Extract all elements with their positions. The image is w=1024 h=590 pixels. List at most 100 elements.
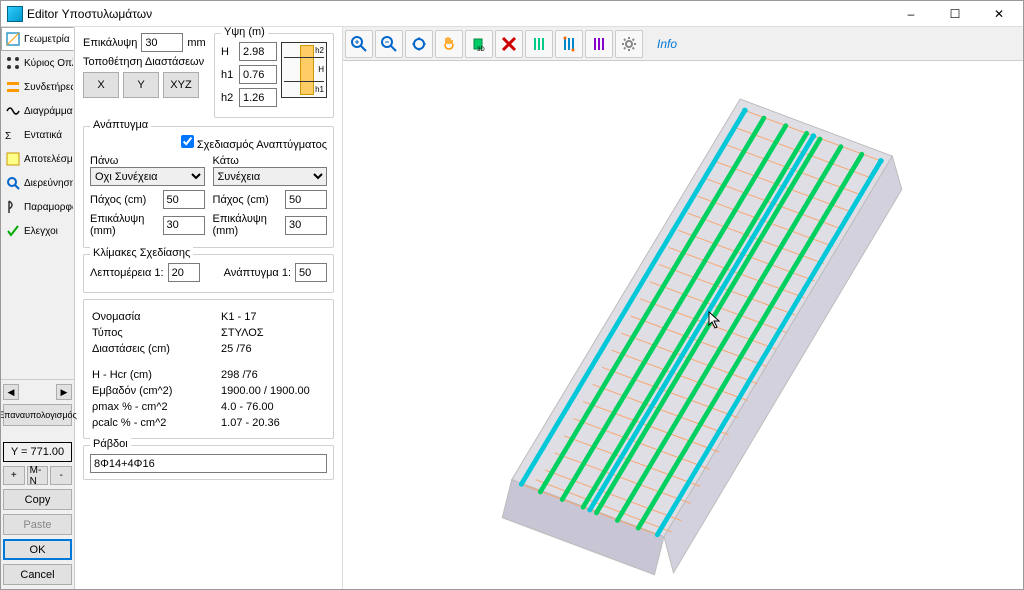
window-title: Editor Υποστυλωμάτων bbox=[27, 7, 889, 21]
height-diagram: H h2 h1 bbox=[281, 42, 327, 98]
design-checkbox[interactable] bbox=[181, 135, 194, 148]
copy-button[interactable]: Copy bbox=[3, 489, 72, 510]
top-select[interactable]: Οχι Συνέχεια bbox=[90, 167, 205, 186]
zoom-out-button[interactable] bbox=[375, 30, 403, 58]
mn-button[interactable]: M-N bbox=[27, 466, 49, 485]
delete-button[interactable] bbox=[495, 30, 523, 58]
thick-bot-label: Πάχος (cm) bbox=[213, 194, 282, 206]
orbit-icon: 3D bbox=[470, 35, 488, 53]
tab-deform[interactable]: Παραμορφώ bbox=[1, 195, 74, 219]
column-3d-render bbox=[343, 61, 1023, 589]
cover-top-label: Επικάλυψη (mm) bbox=[90, 213, 159, 237]
h2-input[interactable] bbox=[239, 88, 277, 107]
rebar-icon bbox=[5, 55, 21, 71]
tab-checks[interactable]: Ελεγχοι bbox=[1, 219, 74, 243]
h-label: H bbox=[221, 46, 235, 58]
svg-text:Σ: Σ bbox=[5, 131, 11, 142]
cancel-button[interactable]: Cancel bbox=[3, 564, 72, 585]
stirrups-icon bbox=[5, 79, 21, 95]
close-button[interactable]: ✕ bbox=[977, 1, 1021, 27]
maximize-button[interactable]: ☐ bbox=[933, 1, 977, 27]
tab-geometry[interactable]: Γεωμετρία bbox=[1, 27, 74, 51]
heights-title: Υψη (m) bbox=[221, 27, 268, 38]
ana-scale-input[interactable] bbox=[295, 263, 327, 282]
ok-button[interactable]: OK bbox=[3, 539, 72, 560]
tab-label: Παραμορφώ bbox=[24, 202, 74, 213]
thick-top-input[interactable] bbox=[163, 190, 205, 209]
info-link[interactable]: Info bbox=[657, 37, 677, 51]
scroll-left[interactable]: ◀ bbox=[3, 384, 19, 400]
minus-button[interactable]: - bbox=[50, 466, 72, 485]
tab-investigate[interactable]: Διερεύνηση bbox=[1, 171, 74, 195]
bars1-button[interactable] bbox=[525, 30, 553, 58]
bars1-icon bbox=[530, 35, 548, 53]
bars2-button[interactable] bbox=[555, 30, 583, 58]
zoom-extents-icon bbox=[410, 35, 428, 53]
thick-bot-input[interactable] bbox=[285, 190, 327, 209]
titlebar: Editor Υποστυλωμάτων – ☐ ✕ bbox=[1, 1, 1023, 27]
svg-text:3D: 3D bbox=[477, 47, 485, 53]
forces-icon: Σ bbox=[5, 127, 21, 143]
x-icon bbox=[500, 35, 518, 53]
y-coordinate: Y = 771.00 bbox=[3, 442, 72, 462]
cover-unit: mm bbox=[187, 37, 205, 49]
tab-main-rebar[interactable]: Κύριος Οπλισ bbox=[1, 51, 74, 75]
cover-top-input[interactable] bbox=[163, 216, 205, 235]
tab-stirrups[interactable]: Συνδετήρες bbox=[1, 75, 74, 99]
settings-button[interactable] bbox=[615, 30, 643, 58]
gear-icon bbox=[620, 35, 638, 53]
tab-forces[interactable]: Σ Εντατικά bbox=[1, 123, 74, 147]
cover-input[interactable] bbox=[141, 33, 183, 52]
tab-label: Ελεγχοι bbox=[24, 226, 58, 237]
diagrams-icon bbox=[5, 103, 21, 119]
bars3-button[interactable] bbox=[585, 30, 613, 58]
scroll-right[interactable]: ▶ bbox=[56, 384, 72, 400]
tab-label: Διερεύνηση bbox=[24, 178, 74, 189]
checks-icon bbox=[5, 223, 21, 239]
detail-scale-label: Λεπτομέρεια 1: bbox=[90, 267, 164, 279]
details-table: ΟνομασίαK1 - 17 ΤύποςΣΤΥΛΟΣ Διαστάσεις (… bbox=[90, 308, 327, 432]
tab-label: Κύριος Οπλισ bbox=[24, 58, 74, 69]
bot-label: Κάτω bbox=[213, 155, 328, 167]
tab-diagrams[interactable]: Διαγράμματα bbox=[1, 99, 74, 123]
y-button[interactable]: Y bbox=[123, 72, 159, 98]
tab-label: Συνδετήρες bbox=[24, 82, 74, 93]
tab-results[interactable]: Αποτελέσματ bbox=[1, 147, 74, 171]
viewport-3d[interactable] bbox=[343, 61, 1023, 589]
thick-top-label: Πάχος (cm) bbox=[90, 194, 159, 206]
canvas-area: 3D Info bbox=[343, 27, 1023, 589]
cursor-icon bbox=[708, 311, 724, 331]
h-input[interactable] bbox=[239, 42, 277, 61]
design-check[interactable]: Σχεδιασμός Αναπτύγματος bbox=[181, 139, 327, 151]
results-icon bbox=[5, 151, 21, 167]
h1-input[interactable] bbox=[239, 65, 277, 84]
rods-input[interactable] bbox=[90, 454, 327, 473]
minimize-button[interactable]: – bbox=[889, 1, 933, 27]
plus-button[interactable]: + bbox=[3, 466, 25, 485]
h1-label: h1 bbox=[221, 69, 235, 81]
sidebar: Γεωμετρία Κύριος Οπλισ Συνδετήρες Διαγρά… bbox=[1, 27, 75, 589]
tab-label: Διαγράμματα bbox=[24, 106, 74, 117]
bars3-icon bbox=[590, 35, 608, 53]
detail-scale-input[interactable] bbox=[168, 263, 200, 282]
zoom-in-button[interactable] bbox=[345, 30, 373, 58]
zoom-extents-button[interactable] bbox=[405, 30, 433, 58]
cover-bot-input[interactable] bbox=[285, 216, 327, 235]
tab-label: Γεωμετρία bbox=[24, 34, 70, 45]
investigate-icon bbox=[5, 175, 21, 191]
x-button[interactable]: X bbox=[83, 72, 119, 98]
anaptygma-title: Ανάπτυγμα bbox=[90, 119, 151, 131]
top-label: Πάνω bbox=[90, 155, 205, 167]
pan-icon bbox=[440, 35, 458, 53]
app-icon bbox=[7, 6, 23, 22]
h2-label: h2 bbox=[221, 92, 235, 104]
toolbar-3d: 3D Info bbox=[343, 27, 1023, 61]
bot-select[interactable]: Συνέχεια bbox=[213, 167, 328, 186]
paste-button: Paste bbox=[3, 514, 72, 535]
recalc-button[interactable]: Επαναυπολογισμός bbox=[3, 404, 72, 426]
xyz-button[interactable]: XYZ bbox=[163, 72, 199, 98]
geometry-icon bbox=[5, 31, 21, 47]
pan-button[interactable] bbox=[435, 30, 463, 58]
orbit-button[interactable]: 3D bbox=[465, 30, 493, 58]
cover-label: Επικάλυψη bbox=[83, 37, 137, 49]
